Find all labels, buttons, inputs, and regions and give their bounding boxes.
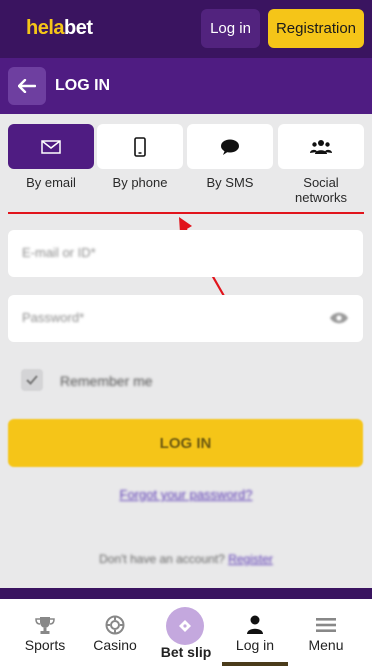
logo-part-hela: hela bbox=[26, 17, 65, 39]
footer-band bbox=[0, 588, 372, 599]
no-account-text: Don't have an account? bbox=[99, 552, 225, 566]
email-input[interactable]: E-mail or ID* bbox=[8, 230, 363, 277]
nav-label-casino: Casino bbox=[93, 637, 137, 653]
ticket-icon bbox=[179, 620, 191, 632]
logo[interactable]: helabet bbox=[26, 17, 93, 40]
tab-by-sms[interactable] bbox=[187, 124, 273, 169]
register-link[interactable]: Register bbox=[228, 552, 273, 566]
tab-label-by-email: By email bbox=[26, 175, 76, 190]
nav-item-menu[interactable]: Menu bbox=[289, 599, 363, 666]
password-placeholder: Password* bbox=[22, 310, 85, 325]
active-nav-indicator bbox=[222, 662, 288, 666]
envelope-icon bbox=[41, 139, 61, 154]
forgot-password-link[interactable]: Forgot your password? bbox=[0, 487, 372, 502]
chip-icon bbox=[105, 615, 125, 635]
nav-label-menu: Menu bbox=[308, 637, 344, 653]
logo-part-bet: bet bbox=[64, 17, 93, 39]
back-button[interactable] bbox=[8, 67, 46, 105]
page-title-bar: LOG IN bbox=[0, 58, 372, 114]
trophy-icon bbox=[35, 617, 55, 634]
page-title: LOG IN bbox=[55, 77, 111, 94]
header-login-button[interactable]: Log in bbox=[201, 9, 260, 48]
hamburger-icon bbox=[316, 618, 336, 632]
tab-label-social-networks: Social networks bbox=[294, 175, 348, 205]
no-account-row: Don't have an account? Register bbox=[0, 552, 372, 566]
arrow-left-icon bbox=[18, 79, 36, 93]
user-icon bbox=[247, 615, 263, 634]
nav-item-log-in[interactable]: Log in bbox=[218, 599, 292, 666]
tab-label-by-sms: By SMS bbox=[206, 175, 254, 190]
tab-social-networks[interactable] bbox=[278, 124, 364, 169]
remember-label: Remember me bbox=[60, 373, 153, 389]
email-placeholder: E-mail or ID* bbox=[22, 245, 96, 260]
registration-button[interactable]: Registration bbox=[268, 9, 364, 48]
phone-icon bbox=[134, 136, 146, 157]
eye-icon[interactable] bbox=[329, 311, 349, 325]
tab-by-email[interactable] bbox=[8, 124, 94, 169]
bottom-nav: Sports Casino Bet slip Log in Menu bbox=[0, 599, 372, 666]
nav-label-bet-slip: Bet slip bbox=[160, 644, 212, 660]
nav-label-log-in: Log in bbox=[235, 637, 275, 653]
nav-label-sports: Sports bbox=[24, 637, 66, 653]
login-submit-button[interactable]: LOG IN bbox=[8, 419, 363, 467]
top-header: helabet Log in Registration bbox=[0, 0, 372, 58]
nav-item-casino[interactable]: Casino bbox=[78, 599, 152, 666]
checkmark-icon bbox=[26, 375, 38, 385]
tab-by-phone[interactable] bbox=[97, 124, 183, 169]
chat-bubble-icon bbox=[221, 139, 239, 155]
tab-label-by-phone: By phone bbox=[112, 175, 168, 190]
people-icon bbox=[310, 139, 332, 154]
nav-item-bet-slip[interactable] bbox=[166, 607, 204, 645]
nav-item-sports[interactable]: Sports bbox=[8, 599, 82, 666]
remember-checkbox[interactable] bbox=[21, 369, 43, 391]
password-input[interactable]: Password* bbox=[8, 295, 363, 342]
